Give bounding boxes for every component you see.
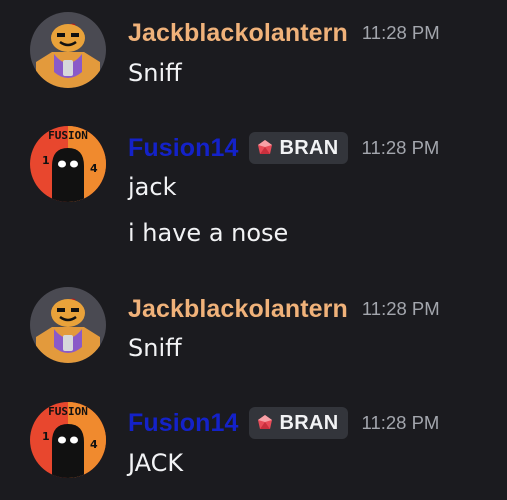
- author-name[interactable]: Fusion14: [128, 134, 239, 163]
- fusion-avatar-icon: FUSION 1 4: [30, 402, 106, 478]
- avatar-jackblackolantern[interactable]: [30, 12, 106, 88]
- chat-log: Jackblackolantern 11:28 PM Sniff FUSION …: [0, 0, 507, 500]
- avatar-jackblackolantern[interactable]: [30, 287, 106, 363]
- timestamp: 11:28 PM: [361, 298, 440, 319]
- role-tag-label: BRAN: [279, 136, 339, 159]
- pumpkin-avatar-icon: [30, 287, 106, 363]
- fusion-avatar-icon: FUSION 1 4: [30, 126, 106, 202]
- author-name[interactable]: Fusion14: [128, 409, 239, 438]
- message-text: jack: [128, 173, 177, 201]
- svg-text:1: 1: [42, 154, 50, 167]
- svg-text:1: 1: [42, 430, 50, 443]
- svg-text:FUSION: FUSION: [48, 129, 88, 142]
- message-text: Sniff: [128, 334, 182, 362]
- message-text: Sniff: [128, 59, 182, 87]
- timestamp: 11:28 PM: [361, 412, 440, 433]
- author-name[interactable]: Jackblackolantern: [128, 295, 348, 324]
- avatar-fusion14[interactable]: FUSION 1 4: [30, 126, 106, 202]
- svg-text:4: 4: [90, 162, 98, 175]
- role-tag-label: BRAN: [279, 411, 339, 434]
- timestamp: 11:28 PM: [361, 137, 440, 158]
- message-text: i have a nose: [128, 219, 289, 247]
- svg-text:FUSION: FUSION: [48, 405, 88, 418]
- timestamp: 11:28 PM: [361, 22, 440, 43]
- message-text: JACK: [128, 449, 184, 477]
- red-gem-icon: [257, 140, 272, 154]
- pumpkin-avatar-icon: [30, 12, 106, 88]
- author-name[interactable]: Jackblackolantern: [128, 19, 348, 48]
- svg-text:4: 4: [90, 438, 98, 451]
- avatar-fusion14[interactable]: FUSION 1 4: [30, 402, 106, 478]
- role-tag[interactable]: BRAN: [248, 132, 348, 164]
- role-tag[interactable]: BRAN: [248, 407, 348, 439]
- red-gem-icon: [257, 415, 272, 429]
